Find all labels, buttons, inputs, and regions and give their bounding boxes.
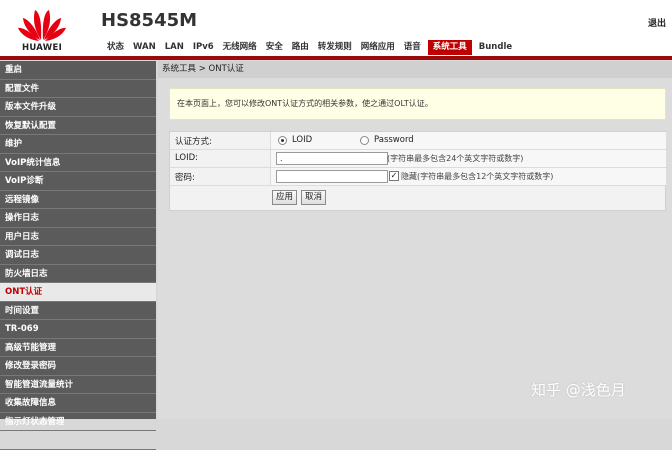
device-model: HS8545M: [101, 10, 198, 31]
sidebar-item-voip-stats[interactable]: VoIP统计信息: [0, 154, 156, 172]
sidebar-item-traffic-stats[interactable]: 智能管道流量统计: [0, 376, 156, 394]
password-input[interactable]: [276, 170, 388, 183]
tab-ipv6[interactable]: IPv6: [189, 40, 218, 55]
sidebar: 重启 配置文件 版本文件升级 恢复默认配置 维护 VoIP统计信息 VoIP诊断…: [0, 61, 156, 450]
huawei-logo: HUAWEI: [14, 6, 70, 56]
hide-password-label: 隐藏(字符串最多包含12个英文字符或数字): [401, 172, 554, 181]
sidebar-item-voip-diagnosis[interactable]: VoIP诊断: [0, 172, 156, 191]
huawei-petals-icon: [18, 10, 66, 41]
loid-value-cell: . (字符串最多包含24个英文字符或数字): [270, 150, 666, 167]
sidebar-item-reboot[interactable]: 重启: [0, 61, 156, 80]
tab-forwarding[interactable]: 转发规则: [314, 40, 356, 55]
tab-wireless[interactable]: 无线网络: [219, 40, 261, 55]
header-divider: [0, 56, 672, 60]
sidebar-item-restore-default[interactable]: 恢复默认配置: [0, 117, 156, 135]
sidebar-item-time-settings[interactable]: 时间设置: [0, 302, 156, 320]
breadcrumb: 系统工具 > ONT认证: [158, 61, 672, 78]
auth-mode-label: 认证方式:: [175, 137, 212, 147]
sidebar-item-operation-log[interactable]: 操作日志: [0, 209, 156, 228]
sidebar-item-user-log[interactable]: 用户日志: [0, 228, 156, 246]
sidebar-item-extra[interactable]: [0, 431, 156, 450]
top-nav: 状态 WAN LAN IPv6 无线网络 安全 路由 转发规则 网络应用 语音 …: [103, 40, 517, 55]
tab-network-app[interactable]: 网络应用: [357, 40, 399, 55]
sidebar-item-ont-auth[interactable]: ONT认证: [0, 283, 156, 302]
tab-lan[interactable]: LAN: [161, 40, 188, 55]
loid-input[interactable]: .: [276, 152, 388, 165]
sidebar-item-led-management[interactable]: 指示灯状态管理: [0, 413, 156, 431]
password-value-cell: ✓ 隐藏(字符串最多包含12个英文字符或数字): [270, 168, 666, 185]
brand-name: HUAWEI: [21, 43, 63, 53]
tab-security[interactable]: 安全: [262, 40, 287, 55]
tab-status[interactable]: 状态: [103, 40, 128, 55]
radio-password-label[interactable]: Password: [374, 135, 414, 145]
logout-link[interactable]: 退出: [648, 16, 666, 29]
sidebar-item-change-password[interactable]: 修改登录密码: [0, 357, 156, 376]
sidebar-item-config-file[interactable]: 配置文件: [0, 80, 156, 98]
password-row: 密码: ✓ 隐藏(字符串最多包含12个英文字符或数字): [170, 168, 666, 186]
tab-voice[interactable]: 语音: [400, 40, 425, 55]
sidebar-item-collect-fault-info[interactable]: 收集故障信息: [0, 394, 156, 413]
apply-button[interactable]: 应用: [272, 190, 298, 205]
loid-row: LOID: . (字符串最多包含24个英文字符或数字): [170, 150, 666, 168]
tab-wan[interactable]: WAN: [129, 40, 160, 55]
cancel-button[interactable]: 取消: [301, 190, 327, 205]
tab-route[interactable]: 路由: [288, 40, 313, 55]
auth-mode-options: LOID Password: [270, 132, 666, 149]
ont-auth-form: 认证方式: LOID Password LOID: . (字符串最多包含24个英…: [169, 131, 666, 211]
hide-password-checkbox[interactable]: ✓: [389, 171, 399, 181]
sidebar-item-tr069[interactable]: TR-069: [0, 320, 156, 339]
tab-system-tools[interactable]: 系统工具: [427, 40, 472, 55]
auth-mode-row: 认证方式: LOID Password: [170, 132, 666, 150]
radio-loid[interactable]: [278, 136, 287, 145]
radio-loid-label[interactable]: LOID: [292, 135, 312, 145]
sidebar-item-energy-saving[interactable]: 高级节能管理: [0, 339, 156, 357]
page-notice: 在本页面上，您可以修改ONT认证方式的相关参数，使之通过OLT认证。: [169, 88, 666, 120]
form-buttons: 应用 取消: [170, 186, 665, 210]
watermark: 知乎 @浅色月: [531, 381, 626, 399]
sidebar-item-firewall-log[interactable]: 防火墙日志: [0, 265, 156, 283]
loid-label: LOID:: [175, 153, 199, 163]
tab-bundle[interactable]: Bundle: [475, 40, 516, 55]
sidebar-item-maintenance[interactable]: 维护: [0, 135, 156, 154]
radio-password[interactable]: [360, 136, 369, 145]
main-content: 系统工具 > ONT认证 在本页面上，您可以修改ONT认证方式的相关参数，使之通…: [158, 61, 672, 419]
header: HUAWEI HS8545M 退出 状态 WAN LAN IPv6 无线网络 安…: [0, 0, 672, 58]
loid-hint: (字符串最多包含24个英文字符或数字): [387, 154, 524, 163]
sidebar-item-remote-mirror[interactable]: 远程镜像: [0, 191, 156, 209]
password-label: 密码:: [175, 173, 195, 183]
sidebar-item-firmware-upgrade[interactable]: 版本文件升级: [0, 98, 156, 117]
sidebar-item-debug-log[interactable]: 调试日志: [0, 246, 156, 265]
